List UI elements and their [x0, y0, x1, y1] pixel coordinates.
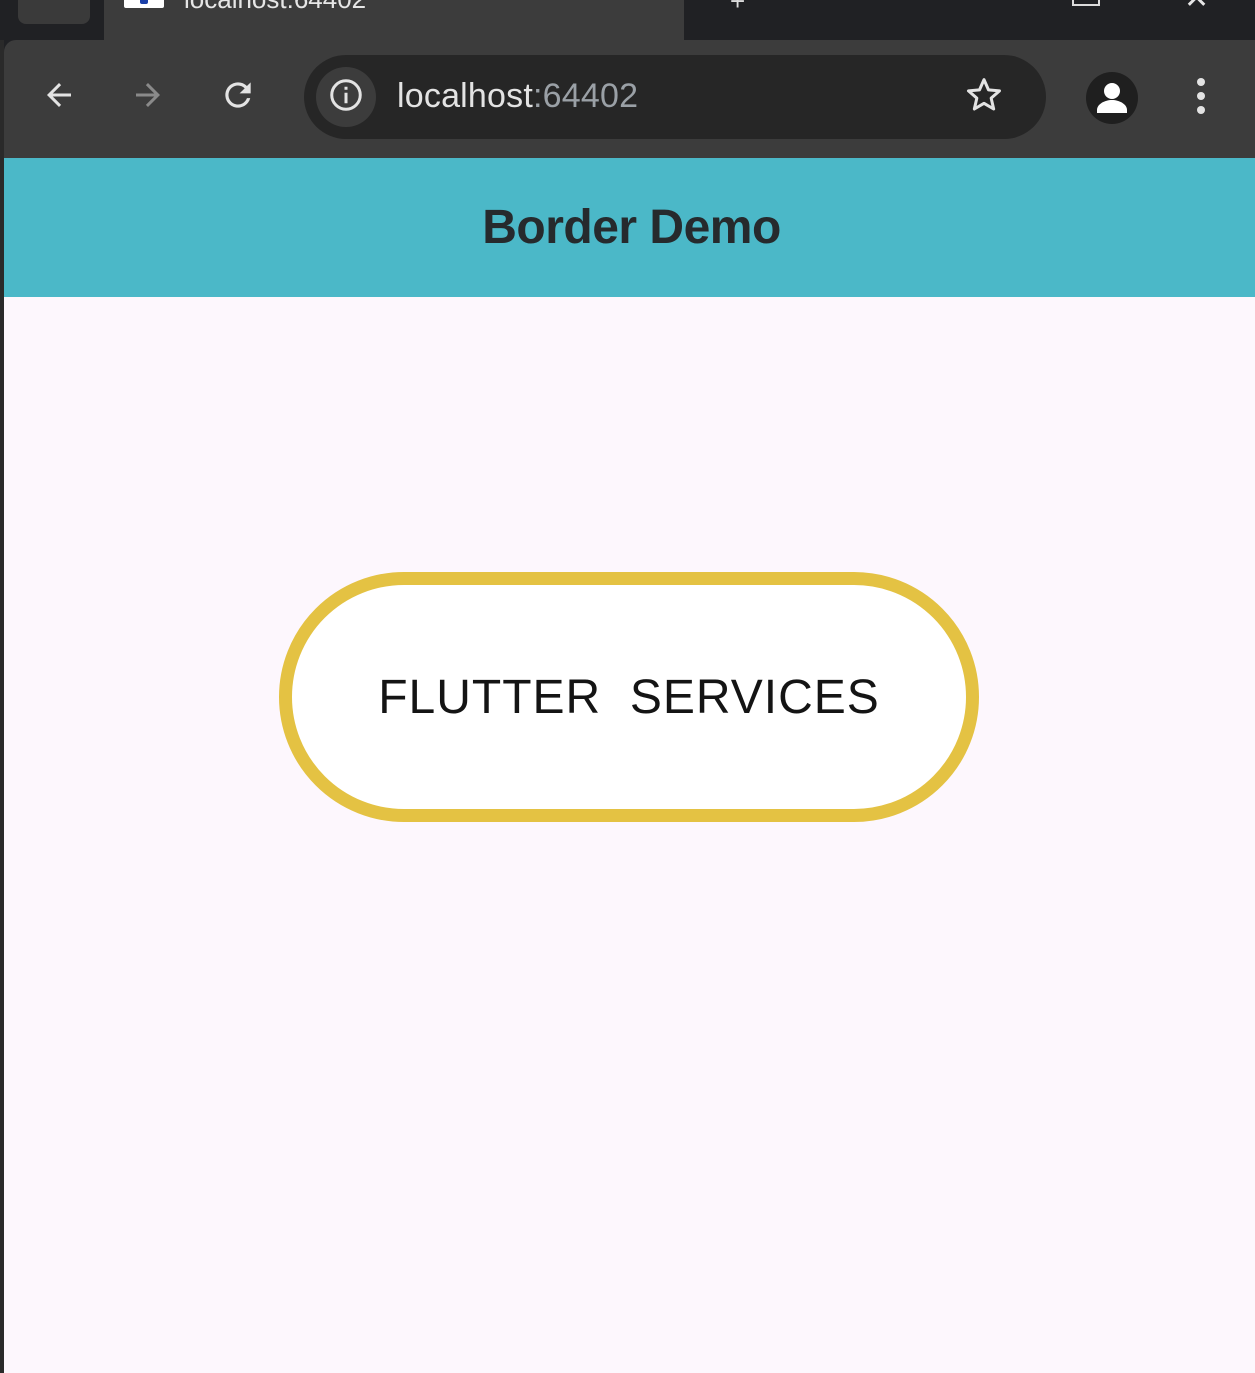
address-bar[interactable]: localhost:64402	[304, 55, 1046, 139]
page-viewport: Border Demo FLUTTER SERVICES	[4, 158, 1255, 1373]
maximize-icon[interactable]	[1072, 0, 1100, 6]
profile-button[interactable]	[1086, 72, 1138, 124]
url-text[interactable]: localhost:64402	[397, 77, 638, 116]
page-title: Border Demo	[482, 201, 781, 254]
browser-window: localhost:64402 + ✕	[0, 0, 1255, 1373]
tab-strip: localhost:64402 + ✕	[0, 0, 1255, 42]
arrow-right-icon	[130, 77, 166, 113]
person-icon	[1086, 83, 1138, 124]
tab-active[interactable]: localhost:64402	[104, 0, 684, 42]
back-button[interactable]	[32, 68, 86, 122]
site-info-button[interactable]	[316, 67, 376, 127]
browser-toolbar: localhost:64402	[4, 40, 1255, 158]
reload-button[interactable]	[211, 68, 265, 122]
arrow-left-icon	[41, 77, 77, 113]
tab-title: localhost:64402	[184, 0, 366, 15]
url-port: :64402	[533, 77, 639, 115]
reload-icon	[219, 76, 257, 114]
browser-menu-button[interactable]	[1178, 70, 1224, 126]
close-window-button[interactable]: ✕	[1184, 0, 1209, 14]
info-icon	[328, 77, 364, 118]
app-bar: Border Demo	[4, 158, 1255, 297]
bookmark-button[interactable]	[960, 73, 1008, 121]
forward-button[interactable]	[121, 68, 175, 122]
new-tab-button[interactable]: +	[730, 0, 745, 17]
star-icon	[964, 75, 1004, 120]
url-host: localhost	[397, 77, 533, 115]
favicon-icon	[124, 0, 164, 8]
bordered-container: FLUTTER SERVICES	[279, 572, 979, 822]
tab-search-button[interactable]	[18, 0, 90, 24]
kebab-menu-icon	[1195, 76, 1207, 121]
container-label: FLUTTER SERVICES	[378, 670, 880, 724]
